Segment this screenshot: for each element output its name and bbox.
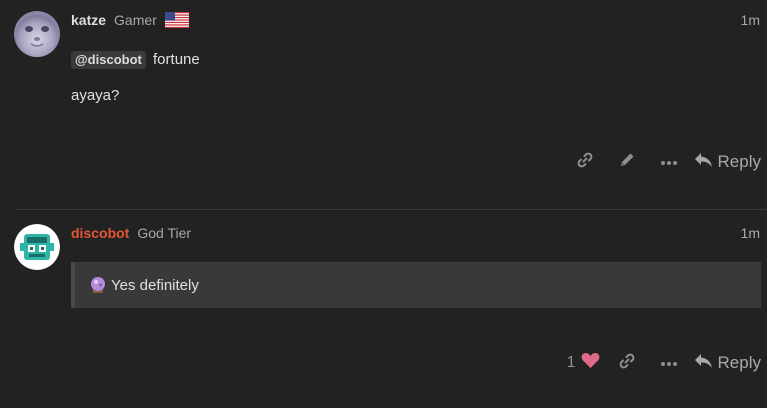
share-link-button[interactable]: [606, 351, 648, 375]
reply-icon: [694, 353, 718, 374]
ellipsis-icon: [660, 354, 678, 372]
username[interactable]: discobot: [71, 225, 129, 241]
reply-icon: [694, 152, 718, 173]
avatar[interactable]: [14, 224, 60, 270]
pencil-icon: [618, 151, 636, 174]
edit-button[interactable]: [606, 150, 648, 174]
crystal-ball-icon: [89, 276, 107, 294]
quoted-reply: Yes definitely: [71, 262, 761, 308]
avatar[interactable]: [14, 11, 60, 57]
post-date[interactable]: 1m: [741, 12, 760, 28]
reply-button[interactable]: Reply: [694, 353, 761, 374]
user-title: Gamer: [114, 12, 157, 28]
username[interactable]: katze: [71, 12, 106, 28]
post-katze: katze Gamer 1m @discobot fortune ayaya?: [0, 0, 767, 209]
post-actions: Reply: [564, 150, 761, 174]
post-actions: 1 Reply: [567, 351, 761, 375]
reply-label: Reply: [717, 353, 761, 372]
quote-text: Yes definitely: [111, 276, 199, 294]
post-meta: katze Gamer: [71, 11, 189, 29]
like-button[interactable]: 1: [567, 352, 600, 374]
ellipsis-icon: [660, 153, 678, 171]
post-date[interactable]: 1m: [741, 225, 760, 241]
post-discobot: discobot God Tier 1m Yes definitely 1 Re…: [0, 210, 767, 408]
mention-link[interactable]: @discobot: [71, 51, 146, 69]
post-body: @discobot fortune ayaya?: [71, 50, 200, 106]
more-actions-button[interactable]: [648, 351, 690, 375]
us-flag-icon: [164, 12, 189, 28]
link-icon: [618, 352, 636, 375]
like-count[interactable]: 1: [567, 354, 576, 372]
post-meta: discobot God Tier: [71, 224, 199, 242]
link-icon: [576, 151, 594, 174]
heart-icon: [581, 352, 600, 374]
reply-button[interactable]: Reply: [694, 152, 761, 173]
user-title: God Tier: [137, 225, 192, 241]
post-text: ayaya?: [71, 87, 120, 104]
reply-label: Reply: [717, 152, 761, 171]
share-link-button[interactable]: [564, 150, 606, 174]
more-actions-button[interactable]: [648, 150, 690, 174]
post-text: fortune: [153, 51, 200, 68]
